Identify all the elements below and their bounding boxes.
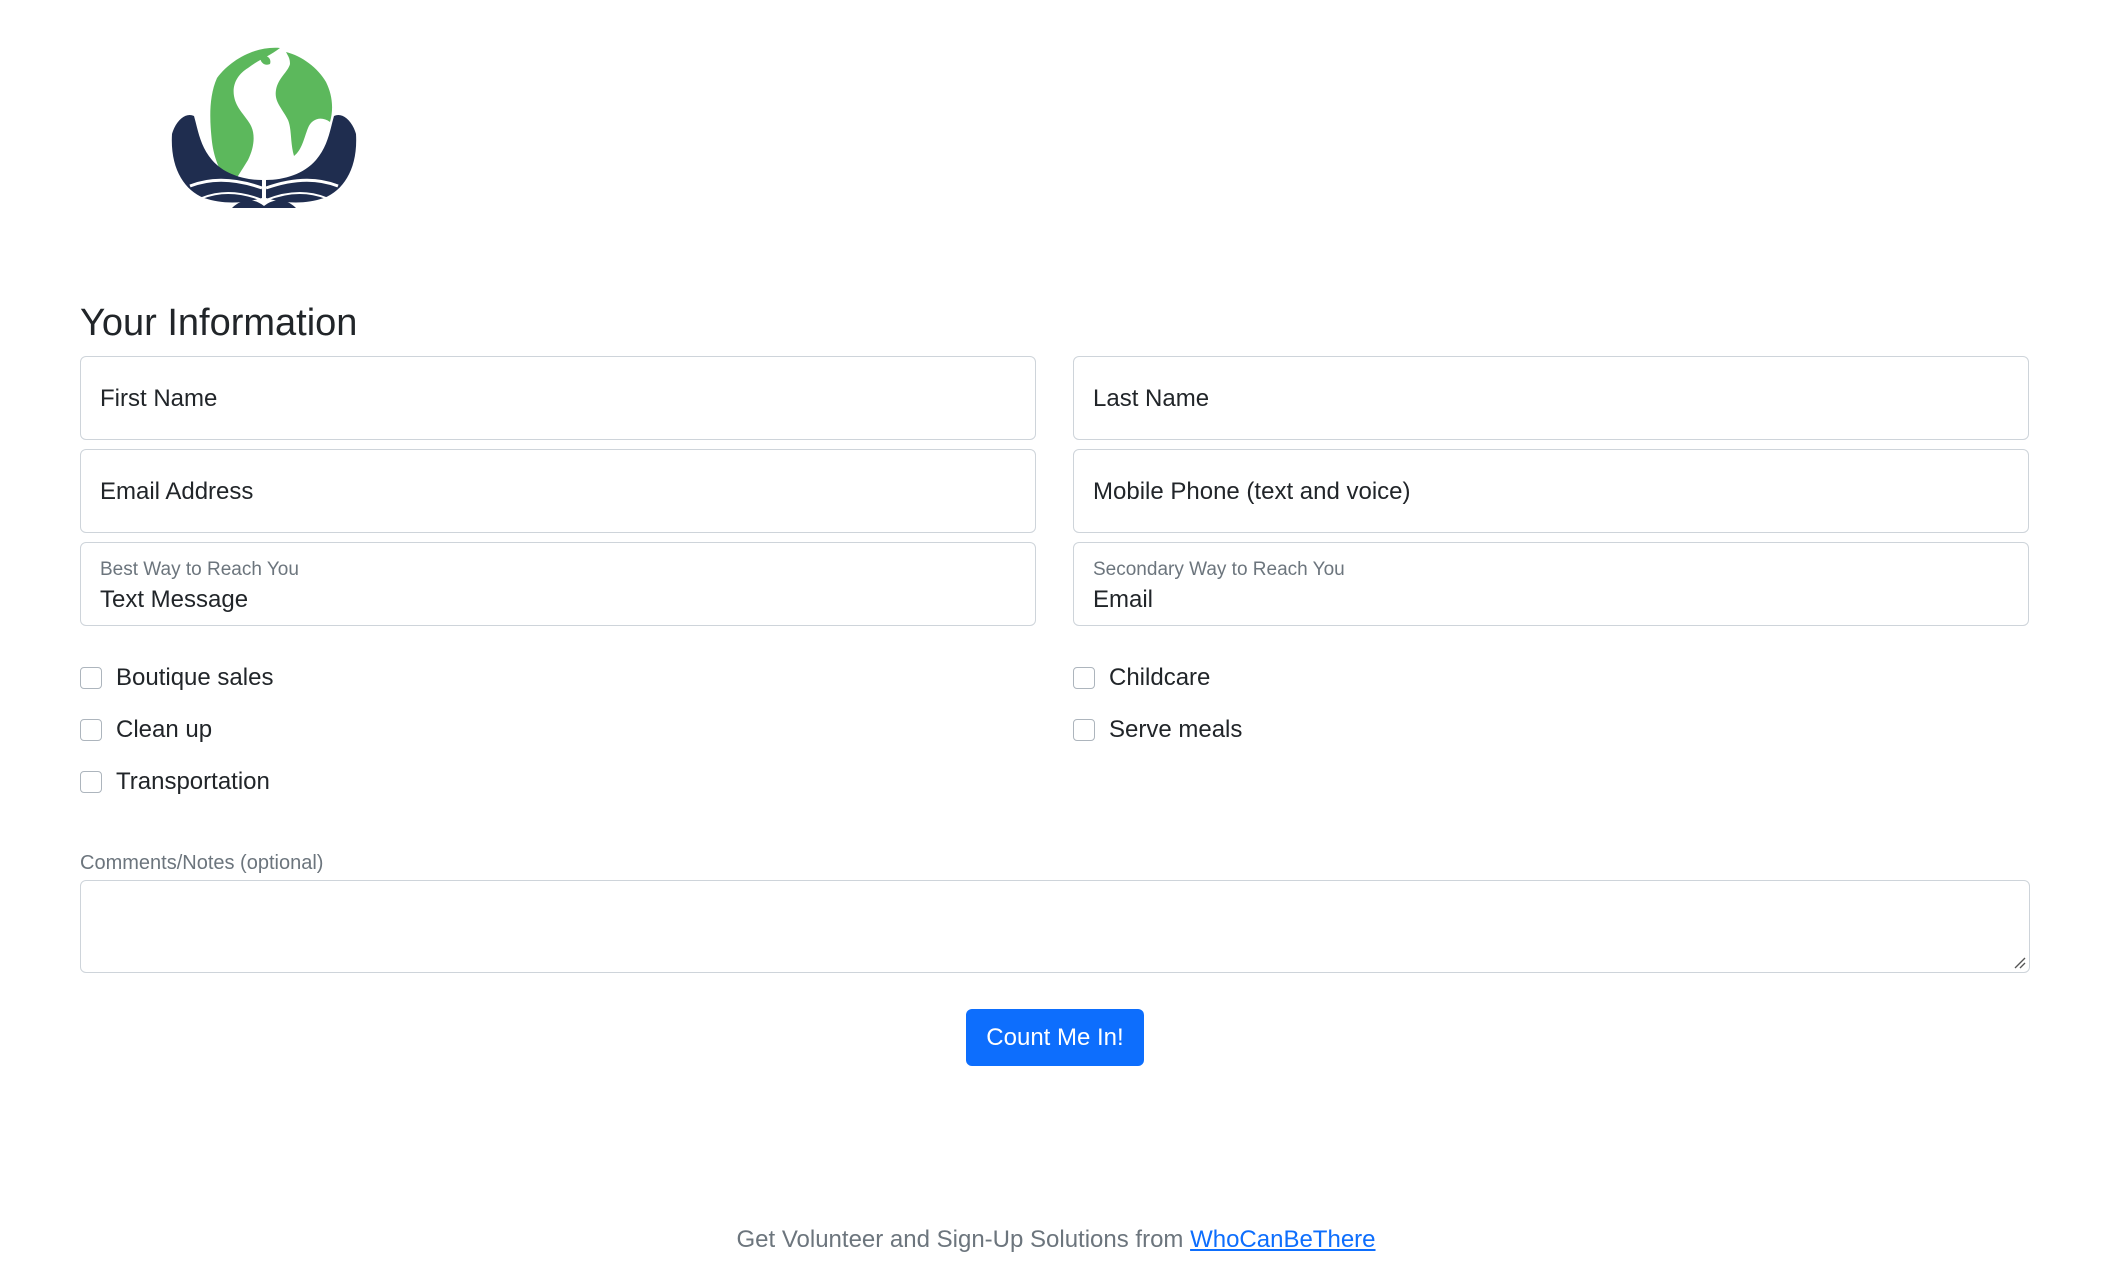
email-field[interactable]: Email Address	[80, 449, 1036, 533]
checkbox-box[interactable]	[80, 771, 102, 793]
best-way-label: Best Way to Reach You	[100, 559, 299, 580]
count-me-in-button[interactable]: Count Me In!	[966, 1009, 1144, 1066]
checkbox-label: Boutique sales	[116, 664, 274, 691]
checkbox-childcare[interactable]: Childcare	[1073, 661, 1210, 695]
checkbox-clean-up[interactable]: Clean up	[80, 713, 212, 747]
section-title: Your Information	[80, 302, 358, 344]
first-name-placeholder: First Name	[100, 385, 218, 412]
checkbox-transportation[interactable]: Transportation	[80, 765, 270, 799]
best-way-value: Text Message	[100, 586, 249, 613]
checkbox-box[interactable]	[80, 719, 102, 741]
email-placeholder: Email Address	[100, 478, 254, 505]
whocanbethere-link[interactable]: WhoCanBeThere	[1190, 1226, 1375, 1253]
last-name-placeholder: Last Name	[1093, 385, 1210, 412]
checkbox-box[interactable]	[1073, 667, 1095, 689]
checkbox-label: Childcare	[1109, 664, 1211, 691]
globe-in-hands-icon	[171, 44, 357, 208]
best-way-select[interactable]: Best Way to Reach You Text Message	[80, 542, 1036, 626]
checkbox-serve-meals[interactable]: Serve meals	[1073, 713, 1242, 747]
footer-text: Get Volunteer and Sign-Up Solutions from	[736, 1226, 1191, 1253]
footer: Get Volunteer and Sign-Up Solutions from…	[0, 1226, 2112, 1254]
last-name-field[interactable]: Last Name	[1073, 356, 2029, 440]
checkbox-label: Serve meals	[1109, 716, 1243, 743]
comments-textarea[interactable]	[80, 880, 2030, 973]
comments-label: Comments/Notes (optional)	[80, 852, 324, 874]
secondary-way-label: Secondary Way to Reach You	[1093, 559, 1345, 580]
checkbox-label: Clean up	[116, 716, 213, 743]
resize-grip-icon[interactable]	[2012, 955, 2026, 969]
first-name-field[interactable]: First Name	[80, 356, 1036, 440]
checkbox-label: Transportation	[116, 768, 270, 795]
checkbox-boutique-sales[interactable]: Boutique sales	[80, 661, 273, 695]
checkbox-box[interactable]	[80, 667, 102, 689]
secondary-way-value: Email	[1093, 586, 1154, 613]
mobile-phone-field[interactable]: Mobile Phone (text and voice)	[1073, 449, 2029, 533]
organization-logo	[162, 38, 366, 208]
checkbox-box[interactable]	[1073, 719, 1095, 741]
secondary-way-select[interactable]: Secondary Way to Reach You Email	[1073, 542, 2029, 626]
mobile-phone-placeholder: Mobile Phone (text and voice)	[1093, 478, 1411, 505]
